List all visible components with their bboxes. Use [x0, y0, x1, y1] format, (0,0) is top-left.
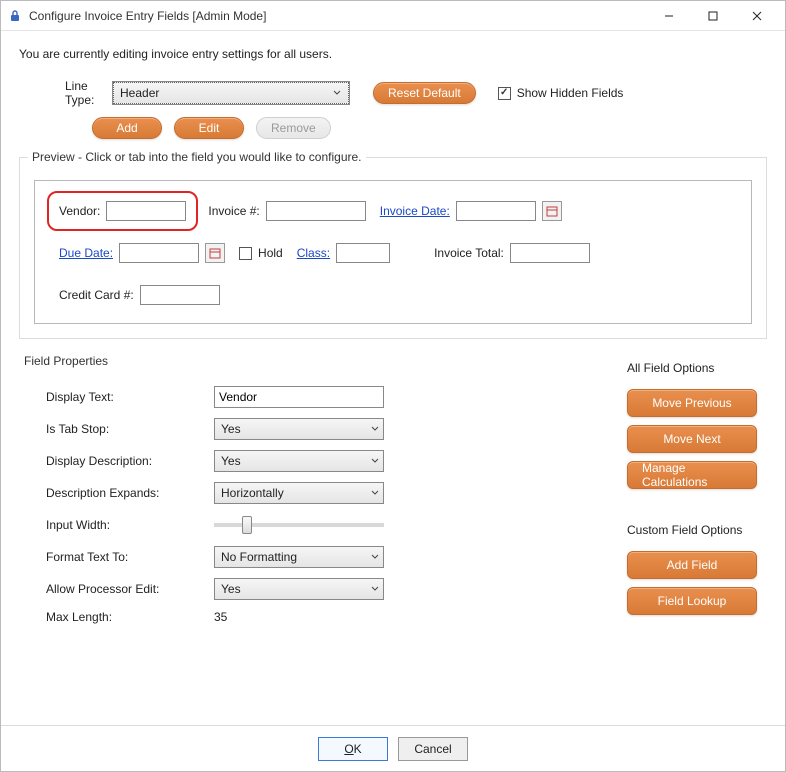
- max-length-value: 35: [214, 610, 414, 624]
- preview-panel: Vendor: Invoice #: Invoice Date:: [34, 180, 752, 324]
- format-text-value: No Formatting: [221, 550, 297, 564]
- dialog-footer: OK Cancel: [1, 725, 785, 771]
- vendor-input[interactable]: [106, 201, 186, 221]
- ok-label-rest: K: [354, 742, 362, 756]
- preview-legend: Preview - Click or tab into the field yo…: [28, 150, 366, 164]
- display-desc-select[interactable]: Yes: [214, 450, 384, 472]
- add-button[interactable]: Add: [92, 117, 162, 139]
- field-lookup-button[interactable]: Field Lookup: [627, 587, 757, 615]
- is-tab-stop-label: Is Tab Stop:: [46, 422, 214, 436]
- hold-field-pair[interactable]: Hold: [239, 246, 283, 260]
- invoice-date-field-pair[interactable]: Invoice Date:: [380, 201, 562, 221]
- line-type-value: Header: [120, 86, 159, 100]
- invoice-total-input[interactable]: [510, 243, 590, 263]
- minimize-button[interactable]: [647, 2, 691, 30]
- desc-expands-value: Horizontally: [221, 486, 284, 500]
- invoice-total-field-pair[interactable]: Invoice Total:: [434, 243, 590, 263]
- class-field-pair[interactable]: Class:: [297, 243, 390, 263]
- move-next-button[interactable]: Move Next: [627, 425, 757, 453]
- move-previous-button[interactable]: Move Previous: [627, 389, 757, 417]
- display-text-input[interactable]: [214, 386, 384, 408]
- close-button[interactable]: [735, 2, 779, 30]
- due-date-field-pair[interactable]: Due Date:: [59, 243, 225, 263]
- edit-button[interactable]: Edit: [174, 117, 244, 139]
- due-date-input[interactable]: [119, 243, 199, 263]
- maximize-button[interactable]: [691, 2, 735, 30]
- credit-card-input[interactable]: [140, 285, 220, 305]
- class-label[interactable]: Class:: [297, 246, 330, 260]
- desc-expands-select[interactable]: Horizontally: [214, 482, 384, 504]
- calendar-icon[interactable]: [542, 201, 562, 221]
- vendor-field-pair[interactable]: Vendor:: [47, 191, 198, 231]
- line-type-label: Line Type:: [19, 79, 105, 107]
- preview-group: Preview - Click or tab into the field yo…: [19, 157, 767, 339]
- show-hidden-label: Show Hidden Fields: [517, 86, 624, 100]
- add-field-button[interactable]: Add Field: [627, 551, 757, 579]
- is-tab-stop-value: Yes: [221, 422, 241, 436]
- calendar-icon[interactable]: [205, 243, 225, 263]
- all-field-options-legend: All Field Options: [627, 361, 767, 375]
- format-text-label: Format Text To:: [46, 550, 214, 564]
- invoice-num-label: Invoice #:: [208, 204, 259, 218]
- chevron-down-icon: [371, 582, 379, 596]
- reset-default-button[interactable]: Reset Default: [373, 82, 476, 104]
- cancel-button[interactable]: Cancel: [398, 737, 468, 761]
- format-text-select[interactable]: No Formatting: [214, 546, 384, 568]
- chevron-down-icon: [371, 486, 379, 500]
- chevron-down-icon: [330, 86, 344, 100]
- invoice-num-field-pair[interactable]: Invoice #:: [208, 201, 365, 221]
- allow-proc-select[interactable]: Yes: [214, 578, 384, 600]
- is-tab-stop-select[interactable]: Yes: [214, 418, 384, 440]
- chevron-down-icon: [371, 454, 379, 468]
- invoice-date-label[interactable]: Invoice Date:: [380, 204, 450, 218]
- field-properties-group: Field Properties Display Text: Is Tab St…: [19, 361, 603, 639]
- vendor-label: Vendor:: [59, 204, 100, 218]
- display-desc-label: Display Description:: [46, 454, 214, 468]
- class-input[interactable]: [336, 243, 390, 263]
- allow-proc-label: Allow Processor Edit:: [46, 582, 214, 596]
- hold-label: Hold: [258, 246, 283, 260]
- info-text: You are currently editing invoice entry …: [19, 47, 767, 61]
- due-date-label[interactable]: Due Date:: [59, 246, 113, 260]
- remove-button: Remove: [256, 117, 331, 139]
- show-hidden-checkbox[interactable]: [498, 87, 511, 100]
- display-desc-value: Yes: [221, 454, 241, 468]
- credit-card-field-pair[interactable]: Credit Card #:: [59, 285, 220, 305]
- window-title: Configure Invoice Entry Fields [Admin Mo…: [29, 9, 266, 23]
- allow-proc-value: Yes: [221, 582, 241, 596]
- display-text-label: Display Text:: [46, 390, 214, 404]
- input-width-slider[interactable]: [214, 514, 414, 536]
- max-length-label: Max Length:: [46, 610, 214, 624]
- desc-expands-label: Description Expands:: [46, 486, 214, 500]
- chevron-down-icon: [371, 422, 379, 436]
- field-properties-legend: Field Properties: [20, 354, 112, 368]
- input-width-label: Input Width:: [46, 518, 214, 532]
- title-bar: Configure Invoice Entry Fields [Admin Mo…: [1, 1, 785, 31]
- invoice-num-input[interactable]: [266, 201, 366, 221]
- hold-checkbox[interactable]: [239, 247, 252, 260]
- line-type-combo[interactable]: Header: [113, 82, 349, 104]
- chevron-down-icon: [371, 550, 379, 564]
- lock-icon: [7, 8, 23, 24]
- custom-field-options-legend: Custom Field Options: [627, 523, 767, 537]
- ok-button[interactable]: OK: [318, 737, 388, 761]
- credit-card-label: Credit Card #:: [59, 288, 134, 302]
- invoice-total-label: Invoice Total:: [434, 246, 504, 260]
- manage-calculations-button[interactable]: Manage Calculations: [627, 461, 757, 489]
- invoice-date-input[interactable]: [456, 201, 536, 221]
